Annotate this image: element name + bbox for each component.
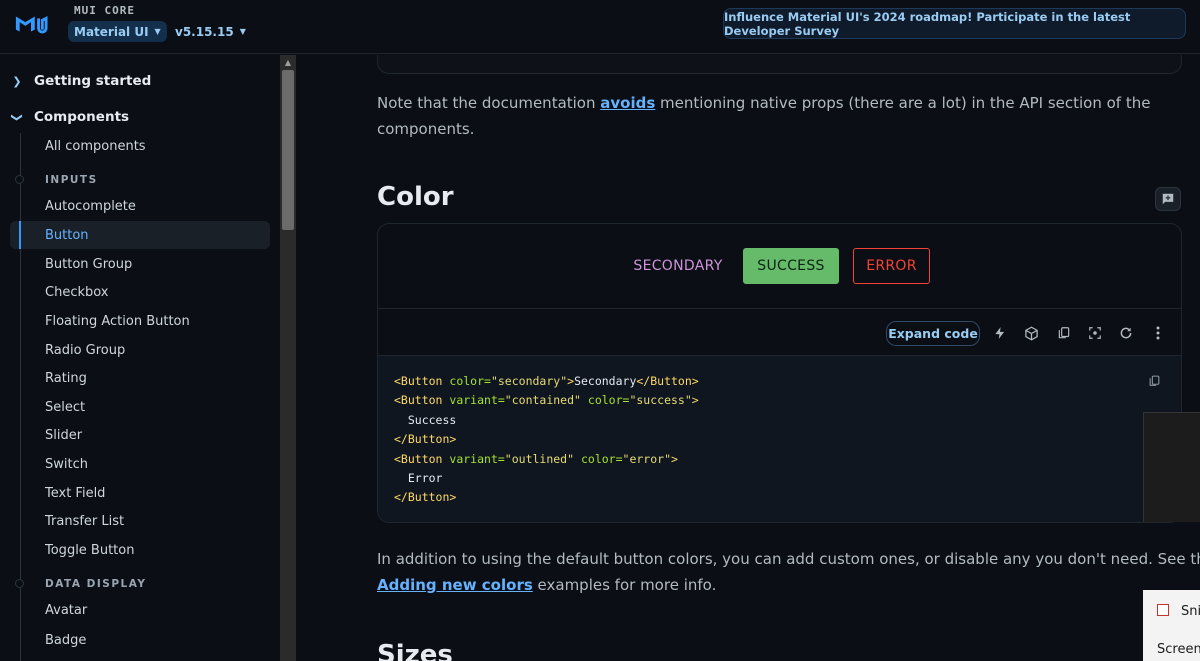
copy-icon[interactable] [1054, 323, 1074, 343]
sidebar-item-slider[interactable]: Slider [10, 421, 270, 449]
sidebar-item-radio-group[interactable]: Radio Group [10, 336, 270, 364]
code-text: Success [407, 412, 457, 427]
top-app-bar: MUI CORE Material UI ▼ v5.15.15 ▼ Influe… [0, 0, 1200, 54]
custom-colors-paragraph: In addition to using the default button … [377, 546, 1200, 598]
sidebar-scrollbar[interactable]: ▲ [280, 55, 296, 661]
bolt-icon[interactable] [990, 323, 1010, 343]
native-props-note: Note that the documentation avoids menti… [377, 90, 1177, 142]
comment-add-icon [1162, 193, 1174, 205]
scroll-up-arrow-icon[interactable]: ▲ [280, 57, 296, 69]
sidebar-item-rating[interactable]: Rating [10, 364, 270, 392]
caret-down-icon: ▼ [239, 27, 246, 36]
sidebar-nav: ❯ Getting started ❯ Components All compo… [0, 55, 280, 661]
code-text: Error [407, 471, 443, 486]
menu-item-snip[interactable]: Snip [1181, 604, 1200, 619]
sidebar-item-select[interactable]: Select [10, 393, 270, 421]
sidebar-item-badge[interactable]: Badge [10, 626, 270, 654]
more-vert-icon[interactable] [1148, 323, 1168, 343]
demo-preview: SECONDARY SUCCESS ERROR [378, 224, 1181, 308]
sidebar-item-avatar[interactable]: Avatar [10, 596, 270, 624]
sidebar-item-text-field[interactable]: Text Field [10, 479, 270, 507]
mui-logo-icon[interactable] [14, 12, 48, 36]
demo-toolbar: Expand code [378, 308, 1181, 356]
sidebar-item-autocomplete[interactable]: Autocomplete [10, 192, 270, 220]
color-demo-card: SECONDARY SUCCESS ERROR Expand code <But… [377, 223, 1182, 523]
chevron-down-icon: ❯ [10, 112, 24, 122]
copy-code-icon[interactable] [1148, 373, 1161, 392]
note-text: Note that the documentation [377, 94, 601, 112]
snipping-tool-icon [1157, 604, 1169, 616]
menu-item-screen[interactable]: Screen [1157, 642, 1200, 657]
sidebar-item-floating-action-button[interactable]: Floating Action Button [10, 307, 270, 335]
success-button[interactable]: SUCCESS [743, 248, 839, 284]
screenshot-icon[interactable] [1085, 323, 1105, 343]
para-text: examples for more info. [532, 576, 717, 594]
reload-icon[interactable] [1116, 323, 1136, 343]
scrollbar-thumb[interactable] [282, 70, 294, 230]
survey-banner-link[interactable]: Influence Material UI's 2024 roadmap! Pa… [723, 8, 1186, 39]
error-button[interactable]: ERROR [853, 248, 930, 284]
sidebar-item-toggle-button[interactable]: Toggle Button [10, 536, 270, 564]
code-text: Secondary [574, 374, 637, 388]
code-block: <Button color="secondary">Secondary</But… [378, 356, 1181, 522]
nav-group-getting-started[interactable]: ❯ Getting started [0, 66, 280, 96]
expand-code-button[interactable]: Expand code [886, 321, 980, 346]
sidebar-item-all-components[interactable]: All components [10, 132, 270, 160]
main-content: Note that the documentation avoids menti… [296, 55, 1200, 661]
section-data-display-label: DATA DISPLAY [45, 578, 147, 590]
section-inputs-label: INPUTS [45, 174, 98, 186]
sidebar-item-button[interactable]: Button [10, 221, 270, 249]
color-heading: Color [377, 182, 454, 212]
chevron-right-icon: ❯ [12, 74, 22, 88]
nav-group-components[interactable]: ❯ Components [0, 102, 280, 132]
system-popup-panel [1143, 412, 1200, 522]
nav-group-label: Components [34, 109, 130, 125]
product-dropdown[interactable]: Material UI ▼ [68, 21, 167, 42]
version-dropdown[interactable]: v5.15.15 ▼ [169, 21, 252, 42]
sidebar-item-checkbox[interactable]: Checkbox [10, 278, 270, 306]
caret-down-icon: ▼ [154, 27, 161, 36]
brand-label: MUI CORE [74, 4, 135, 17]
previous-demo-card [377, 55, 1182, 74]
sidebar-item-button-group[interactable]: Button Group [10, 250, 270, 278]
cube-icon[interactable] [1021, 323, 1041, 343]
adding-new-colors-link[interactable]: Adding new colors [377, 576, 533, 594]
sidebar-item-transfer-list[interactable]: Transfer List [10, 507, 270, 535]
version-label: v5.15.15 [175, 24, 234, 39]
sizes-heading: Sizes [377, 640, 453, 661]
context-menu: Snip Screen [1143, 590, 1200, 661]
secondary-button[interactable]: SECONDARY [628, 248, 728, 284]
para-text: In addition to using the default button … [377, 550, 1200, 568]
avoids-link[interactable]: avoids [600, 94, 655, 112]
nav-group-label: Getting started [34, 73, 152, 89]
product-label: Material UI [74, 24, 149, 39]
feedback-button[interactable] [1155, 187, 1181, 211]
sidebar-item-switch[interactable]: Switch [10, 450, 270, 478]
